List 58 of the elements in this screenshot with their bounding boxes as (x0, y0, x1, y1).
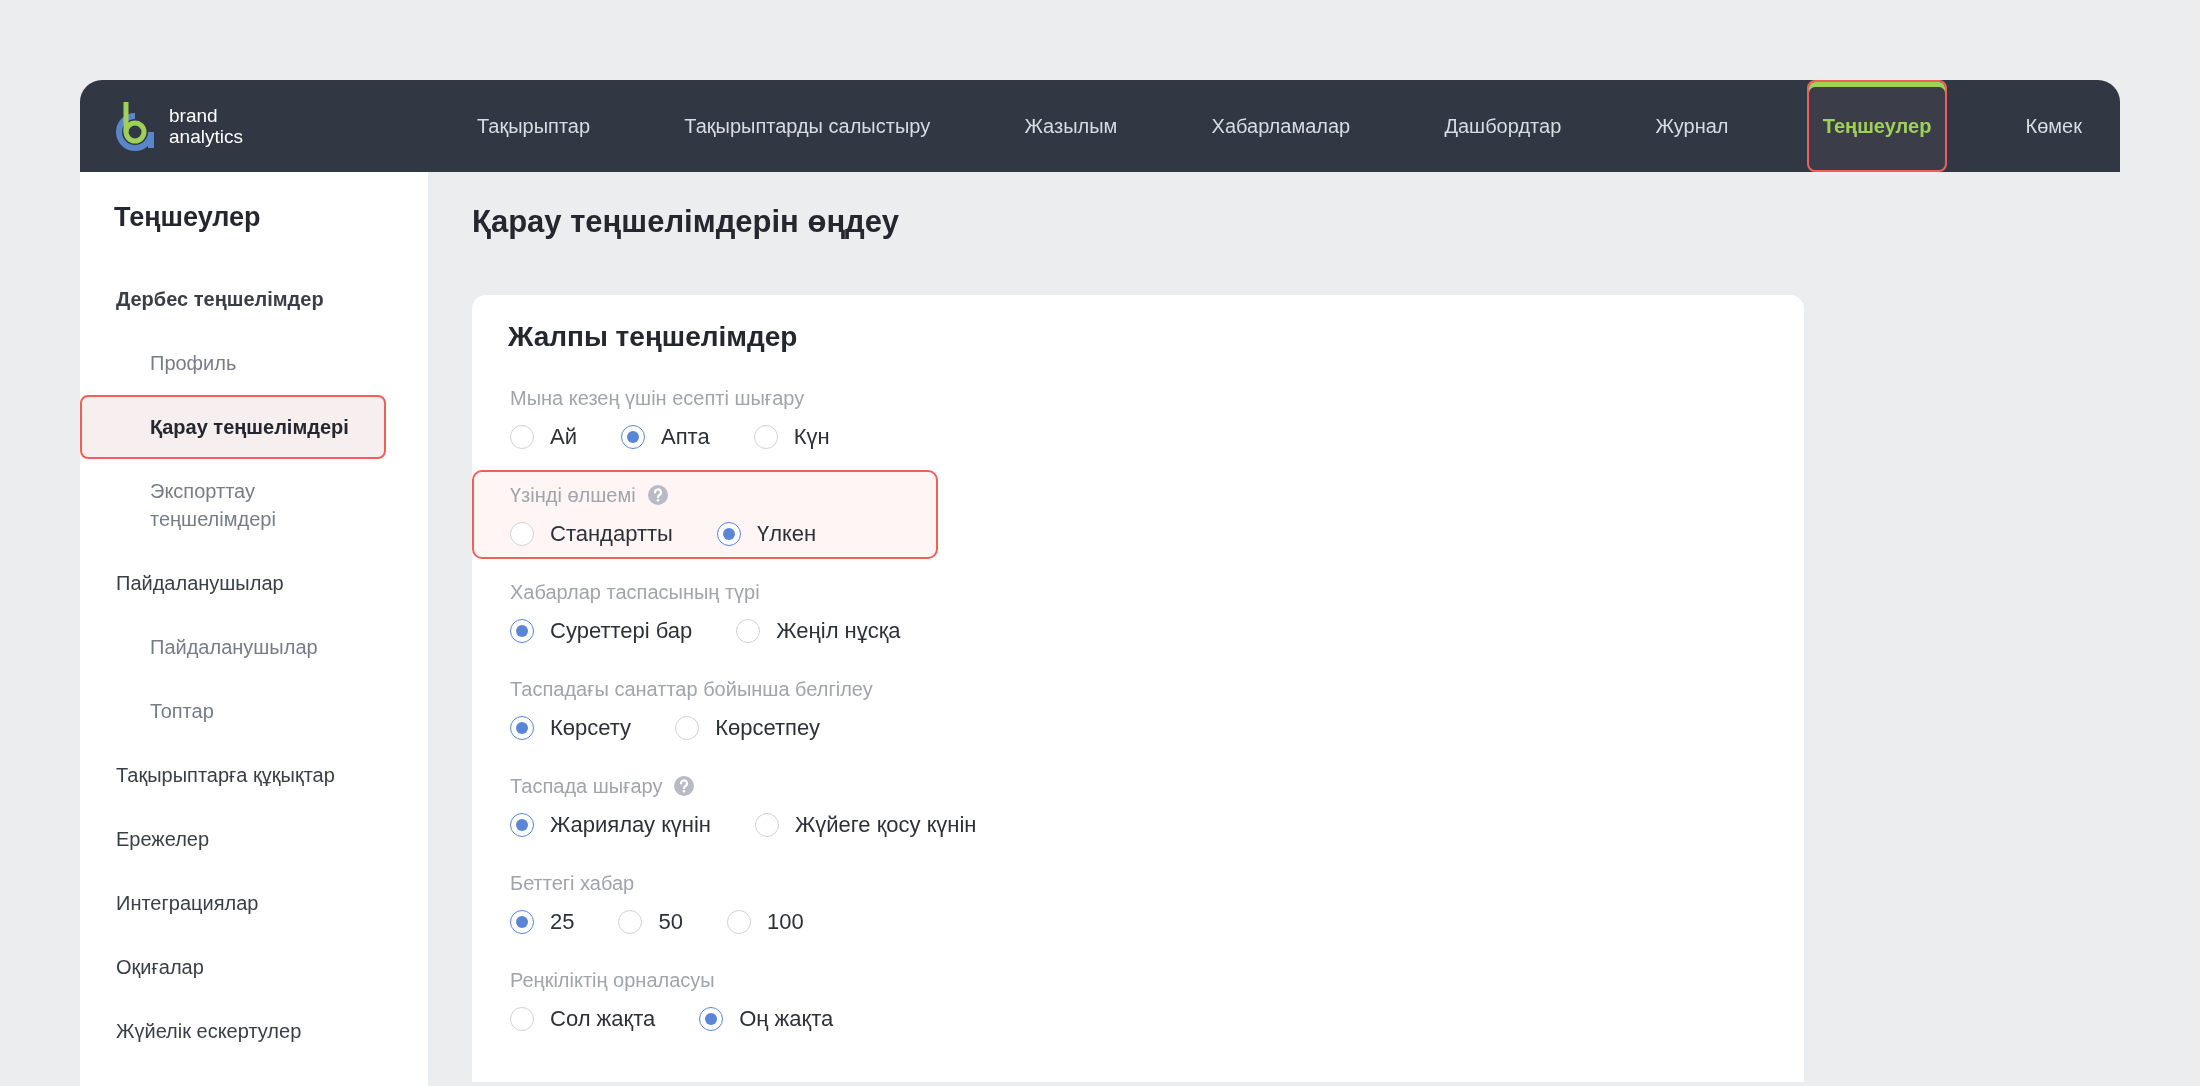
radio-option[interactable]: Көрсету (510, 715, 632, 741)
radio-button[interactable] (510, 716, 534, 740)
sidebar-subitem[interactable]: Топтар (80, 679, 386, 743)
sidebar-subitem[interactable]: Қарау теңшелімдері (80, 395, 386, 459)
radio-option[interactable]: Ай (510, 424, 577, 450)
sidebar-item[interactable]: Дербес теңшелімдер (80, 267, 428, 331)
field-label: Хабарлар таспасының түрі (510, 580, 760, 604)
nav-link[interactable]: Тақырыптар (461, 80, 607, 172)
sidebar-item[interactable]: Оқиғалар (80, 935, 428, 999)
field-label: Таспадағы санаттар бойынша белгілеу (510, 677, 873, 701)
radio-option[interactable]: Суреттері бар (510, 618, 693, 644)
radio-option[interactable]: Үлкен (716, 521, 817, 547)
field-label: Үзінді өлшемі (510, 483, 636, 507)
radio-button[interactable] (620, 425, 645, 449)
nav-link[interactable]: Көмек (2009, 80, 2098, 172)
help-icon[interactable] (647, 485, 668, 505)
radio-option[interactable]: Көрсетпеу (675, 715, 820, 741)
field-label: Мына кезең үшін есепті шығару (510, 386, 805, 410)
radio-option[interactable]: Жеңіл нұсқа (736, 618, 901, 644)
radio-option[interactable]: 50 (618, 909, 683, 935)
sidebar-subitem[interactable]: Профиль (80, 331, 386, 395)
sidebar-item[interactable]: Жүйелік ескертулер (80, 999, 428, 1063)
nav-link[interactable]: Хабарламалар (1195, 80, 1367, 172)
page-title: Қарау теңшелімдерін өңдеу (472, 204, 900, 240)
sidebar-item[interactable]: Интеграциялар (80, 871, 428, 935)
brand-name: brand (169, 105, 219, 126)
radio-option[interactable]: Сол жақта (510, 1006, 656, 1032)
sidebar-subitem[interactable]: Экспорттау теңшелімдері (80, 459, 386, 551)
radio-option[interactable]: Күн (753, 424, 830, 450)
nav-link[interactable]: Тақырыптарды салыстыру (668, 80, 947, 172)
sidebar-subitem[interactable]: Пайдаланушылар (80, 615, 386, 679)
nav-link[interactable]: Жазылым (1008, 80, 1134, 172)
sidebar-title: Теңшеулер (113, 202, 262, 234)
help-icon[interactable] (674, 776, 695, 796)
sidebar-item[interactable]: Пайдаланушылар (80, 551, 428, 615)
field-label: Беттегі хабар (510, 871, 635, 895)
field-label: Таспада шығару (510, 774, 663, 798)
sidebar-item[interactable]: Тақырыптарға құқықтар (80, 743, 428, 807)
field-label: Реңкіліктің орналасуы (510, 968, 715, 992)
nav-link[interactable]: Журнал (1639, 80, 1745, 172)
radio-option[interactable]: Оң жақта (699, 1006, 834, 1032)
radio-button[interactable] (716, 522, 741, 546)
radio-button[interactable] (510, 813, 534, 837)
brand-name: analytics (169, 126, 243, 147)
radio-option[interactable]: Апта (620, 424, 710, 450)
radio-option[interactable]: 100 (726, 909, 804, 935)
radio-option[interactable]: 25 (510, 909, 575, 935)
card-title: Жалпы теңшелімдер (508, 321, 799, 353)
radio-button[interactable] (510, 910, 534, 934)
radio-option[interactable]: Стандартты (510, 521, 673, 547)
nav-link[interactable]: Теңшеулер (1806, 80, 1948, 172)
sidebar-item[interactable]: Ережелер (80, 807, 428, 871)
radio-button[interactable] (699, 1007, 724, 1031)
radio-option[interactable]: Жүйеге қосу күнін (755, 812, 977, 838)
radio-button[interactable] (510, 619, 534, 643)
radio-option[interactable]: Жариялау күнін (510, 812, 711, 838)
logo-icon (113, 100, 157, 152)
nav-link[interactable]: Дашбордтар (1428, 80, 1578, 172)
